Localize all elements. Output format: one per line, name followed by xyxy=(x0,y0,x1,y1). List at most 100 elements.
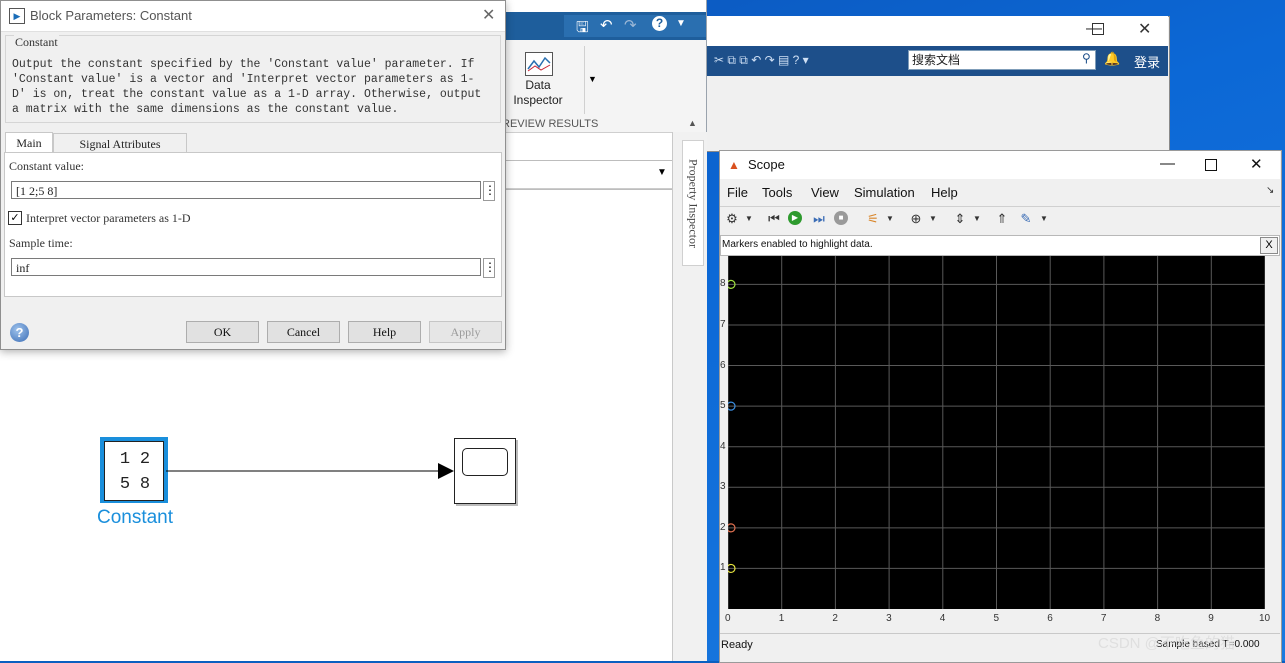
highlight-icon[interactable]: ⚟ xyxy=(865,211,881,227)
menu-simulation[interactable]: Simulation xyxy=(854,185,915,200)
step-forward-icon[interactable]: ⏭ xyxy=(811,211,827,227)
close-icon[interactable]: ✕ xyxy=(1250,155,1263,173)
maximize-icon[interactable] xyxy=(1205,159,1217,171)
menu-expand-icon[interactable]: ↘ xyxy=(1266,185,1274,196)
x-tick-label: 3 xyxy=(886,613,892,624)
data-inspector-icon xyxy=(525,52,553,76)
autoscale-icon[interactable]: ⇕ xyxy=(952,211,968,227)
matrix-cell: 1 xyxy=(119,450,131,469)
toolbar-icons: ✂ ⧉ ⧉ ↶ ↷ ▤ ? ▾ xyxy=(714,53,809,67)
chevron-down-icon[interactable]: ▼ xyxy=(882,211,898,227)
login-link[interactable]: 登录 xyxy=(1134,52,1160,71)
simulink-dropdown[interactable]: ▼ xyxy=(500,160,674,190)
ribbon-section-label: REVIEW RESULTS xyxy=(502,118,599,130)
constant-value-field[interactable]: [1 2;5 8] xyxy=(11,181,481,199)
tab-main[interactable]: Main xyxy=(5,132,53,153)
constant-block[interactable]: 1 2 5 8 xyxy=(104,441,164,501)
redo-icon[interactable]: ↷ xyxy=(624,16,637,34)
dialog-titlebar: ▶ Block Parameters: Constant ✕ xyxy=(1,1,505,32)
scope-title: Scope xyxy=(748,157,785,172)
group-label: Constant xyxy=(14,35,59,50)
x-tick-label: 2 xyxy=(832,613,838,624)
style-icon[interactable]: ⇑ xyxy=(994,211,1010,227)
undo-icon[interactable]: ↶ xyxy=(600,16,613,34)
info-bar: Markers enabled to highlight data. X xyxy=(720,235,1280,256)
save-icon[interactable]: 🖫 xyxy=(576,17,589,42)
x-tick-label: 7 xyxy=(1100,613,1107,624)
info-close-button[interactable]: X xyxy=(1260,237,1278,254)
chevron-down-icon[interactable]: ▼ xyxy=(925,211,941,227)
matrix-cell: 2 xyxy=(139,450,151,469)
close-icon[interactable]: ✕ xyxy=(482,5,495,25)
data-inspector-button[interactable]: Data Inspector xyxy=(508,46,572,114)
x-tick-label: 10 xyxy=(1259,613,1271,624)
cancel-button[interactable]: Cancel xyxy=(267,321,340,343)
chevron-down-icon: ▼ xyxy=(588,74,597,84)
chevron-down-icon[interactable]: ▼ xyxy=(1036,211,1052,227)
matrix-cell: 5 xyxy=(119,475,131,494)
constant-value-menu-icon[interactable]: ⋮ xyxy=(483,181,496,201)
sample-time-label: Sample time: xyxy=(9,236,73,250)
data-inspector-label-2: Inspector xyxy=(513,93,563,107)
model-canvas[interactable] xyxy=(0,348,672,661)
collapse-ribbon-icon[interactable]: ▲ xyxy=(688,118,697,128)
ribbon-expand-button[interactable]: ▼ xyxy=(584,46,601,114)
description-text: Output the constant specified by the 'Co… xyxy=(12,58,482,116)
minimize-icon[interactable]: — xyxy=(1160,155,1175,172)
constant-block-label[interactable]: Constant xyxy=(90,507,180,529)
scope-block[interactable] xyxy=(454,438,516,504)
dialog-title: Block Parameters: Constant xyxy=(30,8,192,23)
sample-time-field[interactable]: inf xyxy=(11,258,481,276)
doc-search-input[interactable]: 搜索文档 xyxy=(908,50,1096,70)
chevron-down-icon[interactable]: ▼ xyxy=(741,211,757,227)
search-icon[interactable]: ⚲ xyxy=(1082,51,1091,65)
measurement-icon[interactable]: ✎ xyxy=(1018,211,1034,227)
interpret-label: Interpret vector parameters as 1-D xyxy=(26,211,191,225)
menu-file[interactable]: File xyxy=(727,185,748,200)
settings-icon[interactable]: ⚙ xyxy=(724,211,740,227)
scope-titlebar: ▲ Scope — ✕ xyxy=(720,151,1280,179)
chevron-down-icon[interactable]: ▼ xyxy=(969,211,985,227)
chevron-down-icon[interactable]: ▼ xyxy=(676,18,686,29)
menu-help[interactable]: Help xyxy=(931,185,958,200)
interpret-checkbox[interactable]: ✓ xyxy=(8,211,22,225)
y-tick-label: 4 xyxy=(720,440,726,452)
simulink-titlebar: 🖫 ↶ ↷ ? ▼ xyxy=(500,12,706,40)
constant-block-highlight[interactable]: 1 2 5 8 xyxy=(100,437,168,503)
scope-plot-area[interactable] xyxy=(726,256,1266,609)
apply-button[interactable]: Apply xyxy=(429,321,502,343)
bell-icon[interactable]: 🔔 xyxy=(1104,51,1120,67)
step-back-icon[interactable]: ⏮ xyxy=(766,211,782,227)
sample-time-menu-icon[interactable]: ⋮ xyxy=(483,258,496,278)
doc-titlebar: — ✕ xyxy=(706,16,1168,46)
help-button[interactable]: Help xyxy=(348,321,421,343)
description-group: Constant Output the constant specified b… xyxy=(5,35,501,123)
signal-line[interactable] xyxy=(166,460,456,482)
y-tick-label: 8 xyxy=(720,278,726,290)
y-tick-label: 3 xyxy=(720,481,726,493)
x-tick-label: 6 xyxy=(1047,613,1053,624)
chevron-down-icon: ▼ xyxy=(657,167,667,178)
maximize-icon[interactable] xyxy=(1092,23,1104,35)
simulink-icon: ▶ xyxy=(9,8,25,24)
y-tick-label: 2 xyxy=(720,521,726,533)
help-icon[interactable]: ? xyxy=(10,323,29,342)
x-tick-label: 5 xyxy=(993,613,1000,624)
zoom-in-icon[interactable]: ⊕ xyxy=(908,211,924,227)
x-tick-label: 1 xyxy=(778,613,785,624)
y-tick-label: 6 xyxy=(720,359,726,371)
stop-icon[interactable]: ■ xyxy=(834,211,848,225)
property-inspector-tab[interactable]: Property Inspector xyxy=(682,140,704,266)
ok-button[interactable]: OK xyxy=(186,321,259,343)
y-tick-label: 1 xyxy=(720,562,726,574)
run-icon[interactable]: ▶ xyxy=(788,211,802,225)
menu-tools[interactable]: Tools xyxy=(762,185,792,200)
close-icon[interactable]: ✕ xyxy=(1138,19,1151,39)
menu-view[interactable]: View xyxy=(811,185,839,200)
info-text: Markers enabled to highlight data. xyxy=(722,239,873,250)
constant-value-label: Constant value: xyxy=(9,159,84,173)
simulink-ribbon: Data Inspector ▼ REVIEW RESULTS ▲ xyxy=(500,40,706,133)
help-icon[interactable]: ? xyxy=(652,16,667,31)
x-tick-label: 9 xyxy=(1208,613,1214,624)
tab-signal-attributes[interactable]: Signal Attributes xyxy=(53,133,187,153)
